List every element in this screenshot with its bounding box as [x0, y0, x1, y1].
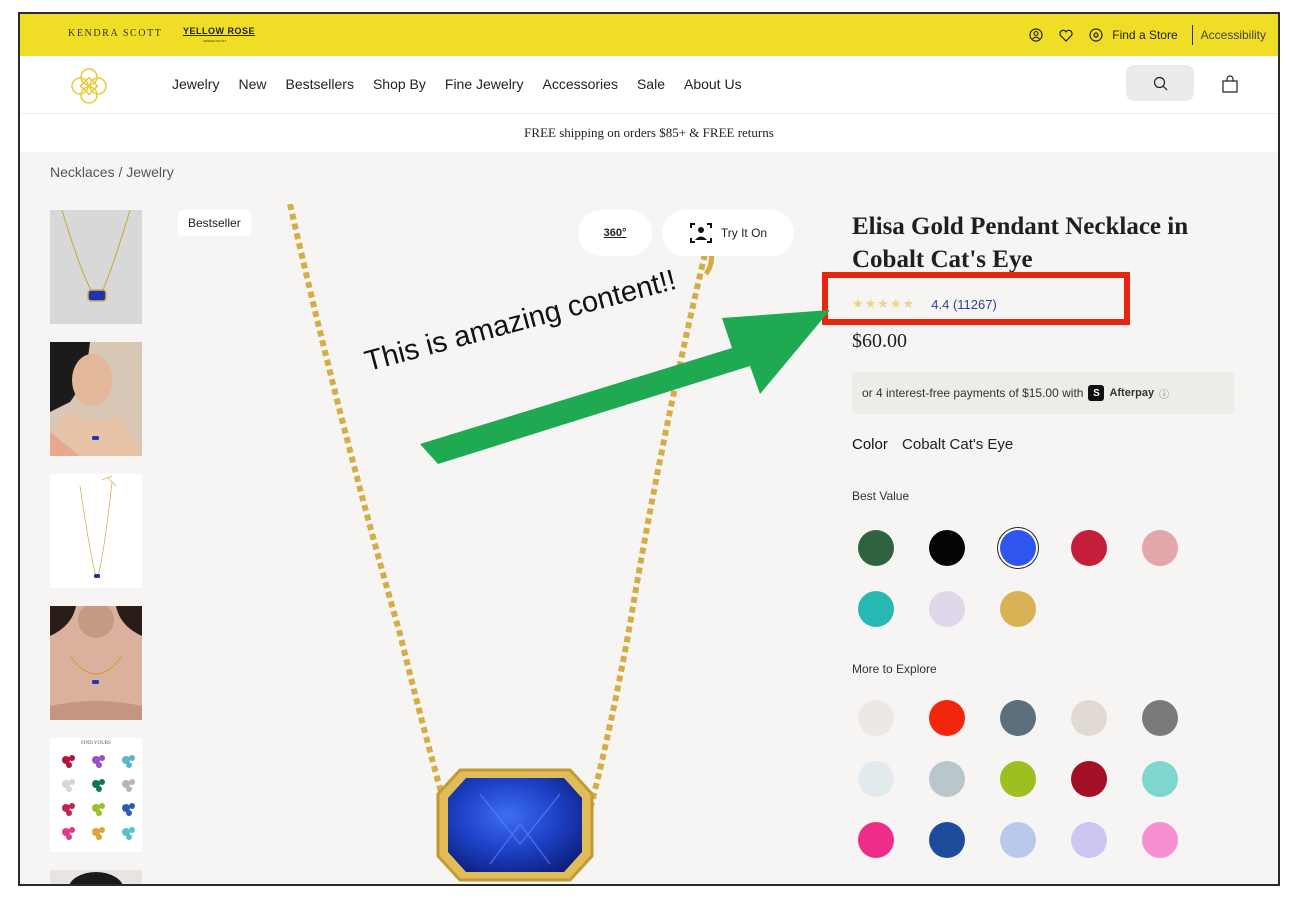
more-swatch-pink[interactable]	[1142, 822, 1178, 858]
gallery-thumbnail-4[interactable]	[50, 606, 142, 720]
afterpay-banner[interactable]: or 4 interest-free payments of $15.00 wi…	[852, 372, 1234, 414]
nav-item-jewelry[interactable]: Jewelry	[172, 76, 219, 92]
find-store-link[interactable]: Find a Store	[1112, 28, 1177, 42]
best-value-swatch-red[interactable]	[1071, 530, 1107, 566]
search-button[interactable]	[1126, 65, 1194, 101]
more-swatch-silver-drusy[interactable]	[1142, 700, 1178, 736]
gallery-thumbnail-6[interactable]	[50, 870, 142, 884]
account-icon[interactable]	[1028, 27, 1044, 43]
necklace-full-length-image	[79, 475, 117, 578]
more-swatch-drusy[interactable]	[1071, 700, 1107, 736]
search-icon	[1153, 76, 1167, 90]
kendra-scott-brand-link[interactable]: KENDRA SCOTT	[68, 28, 162, 39]
main-navigation: Jewelry New Bestsellers Shop By Fine Jew…	[20, 56, 1278, 114]
more-swatch-glitter-red[interactable]	[1071, 761, 1107, 797]
kendra-scott-logo-icon[interactable]	[68, 65, 110, 107]
utility-divider	[1191, 25, 1193, 45]
annotation-highlight-box	[822, 272, 1130, 325]
best-value-heading: Best Value	[852, 489, 910, 503]
view-360-button[interactable]: 360°	[578, 210, 652, 256]
more-swatch-aqua-stripe[interactable]	[1142, 761, 1178, 797]
model-neck-image	[50, 606, 142, 720]
promo-banner[interactable]: FREE shipping on orders $85+ & FREE retu…	[20, 114, 1278, 152]
afterpay-brand: Afterpay	[1109, 387, 1155, 399]
more-swatch-abalone[interactable]	[1000, 700, 1036, 736]
gallery-thumbnail-5[interactable]: FIND YOURS	[50, 738, 142, 852]
color-chart-image	[62, 755, 135, 840]
color-value: Cobalt Cat's Eye	[902, 436, 1014, 453]
more-swatch-navy[interactable]	[929, 822, 965, 858]
nav-item-shop-by[interactable]: Shop By	[373, 76, 426, 92]
more-swatch-hot-pink[interactable]	[858, 822, 894, 858]
best-value-swatch-cobalt[interactable]	[1000, 530, 1036, 566]
more-swatch-orange-red[interactable]	[929, 700, 965, 736]
model-closeup-image	[50, 342, 142, 456]
yellow-rose-brand-link[interactable]: YELLOW ROSE	[183, 26, 255, 36]
afterpay-info-icon[interactable]: ⓘ	[1159, 386, 1169, 401]
nav-item-accessories[interactable]: Accessories	[542, 76, 617, 92]
more-swatch-stars[interactable]	[1000, 822, 1036, 858]
product-price: $60.00	[852, 330, 907, 352]
best-value-swatch-gold[interactable]	[1000, 591, 1036, 627]
nav-item-sale[interactable]: Sale	[637, 76, 665, 92]
gallery-thumbnail-3[interactable]	[50, 474, 142, 588]
best-value-swatch-rose[interactable]	[1142, 530, 1178, 566]
try-it-on-button[interactable]: Try It On	[662, 210, 794, 256]
model-hair-image	[69, 872, 123, 884]
selected-color: Color Cobalt Cat's Eye	[852, 436, 1013, 453]
color-label: Color	[852, 436, 888, 453]
gallery-thumbnail-2[interactable]	[50, 342, 142, 456]
afterpay-text: or 4 interest-free payments of $15.00 wi…	[862, 386, 1084, 400]
heart-icon[interactable]	[1058, 27, 1074, 43]
accessibility-link[interactable]: Accessibility	[1201, 28, 1266, 42]
bestseller-badge: Bestseller	[178, 210, 251, 236]
more-swatch-lime[interactable]	[1000, 761, 1036, 797]
view-360-label: 360°	[603, 227, 627, 239]
utility-actions: Find a Store Accessibility	[1028, 14, 1266, 56]
best-value-swatch-black[interactable]	[929, 530, 965, 566]
nav-item-fine-jewelry[interactable]: Fine Jewelry	[445, 76, 524, 92]
best-value-swatch-teal[interactable]	[858, 591, 894, 627]
breadcrumb[interactable]: Necklaces / Jewelry	[50, 164, 174, 180]
try-it-on-label: Try It On	[720, 226, 768, 240]
best-value-swatch-lilac[interactable]	[929, 591, 965, 627]
browser-frame: KENDRA SCOTT YELLOW ROSE KENDRA SCOTT Fi…	[18, 12, 1280, 886]
shopping-bag-icon[interactable]	[1220, 74, 1240, 94]
yellow-rose-sub-label: KENDRA SCOTT	[203, 39, 227, 43]
afterpay-logo-icon: S	[1088, 385, 1105, 401]
necklace-thumbnail-image	[61, 210, 131, 302]
nav-item-bestsellers[interactable]: Bestsellers	[285, 76, 353, 92]
best-value-swatch-green[interactable]	[858, 530, 894, 566]
gallery-thumbnail-1[interactable]	[50, 210, 142, 324]
more-swatch-light-blue[interactable]	[858, 761, 894, 797]
more-swatch-white-pearl[interactable]	[858, 700, 894, 736]
more-to-explore-heading: More to Explore	[852, 662, 937, 676]
product-title: Elisa Gold Pendant Necklace in Cobalt Ca…	[852, 213, 1189, 273]
nav-item-about-us[interactable]: About Us	[684, 76, 742, 92]
nav-menu: Jewelry New Bestsellers Shop By Fine Jew…	[172, 76, 742, 92]
nav-item-new[interactable]: New	[238, 76, 266, 92]
location-pin-icon[interactable]	[1088, 27, 1104, 43]
more-swatch-opal[interactable]	[1071, 822, 1107, 858]
try-on-camera-icon	[689, 223, 712, 243]
more-swatch-grey-blue[interactable]	[929, 761, 965, 797]
utility-bar: KENDRA SCOTT YELLOW ROSE KENDRA SCOTT Fi…	[20, 14, 1278, 56]
